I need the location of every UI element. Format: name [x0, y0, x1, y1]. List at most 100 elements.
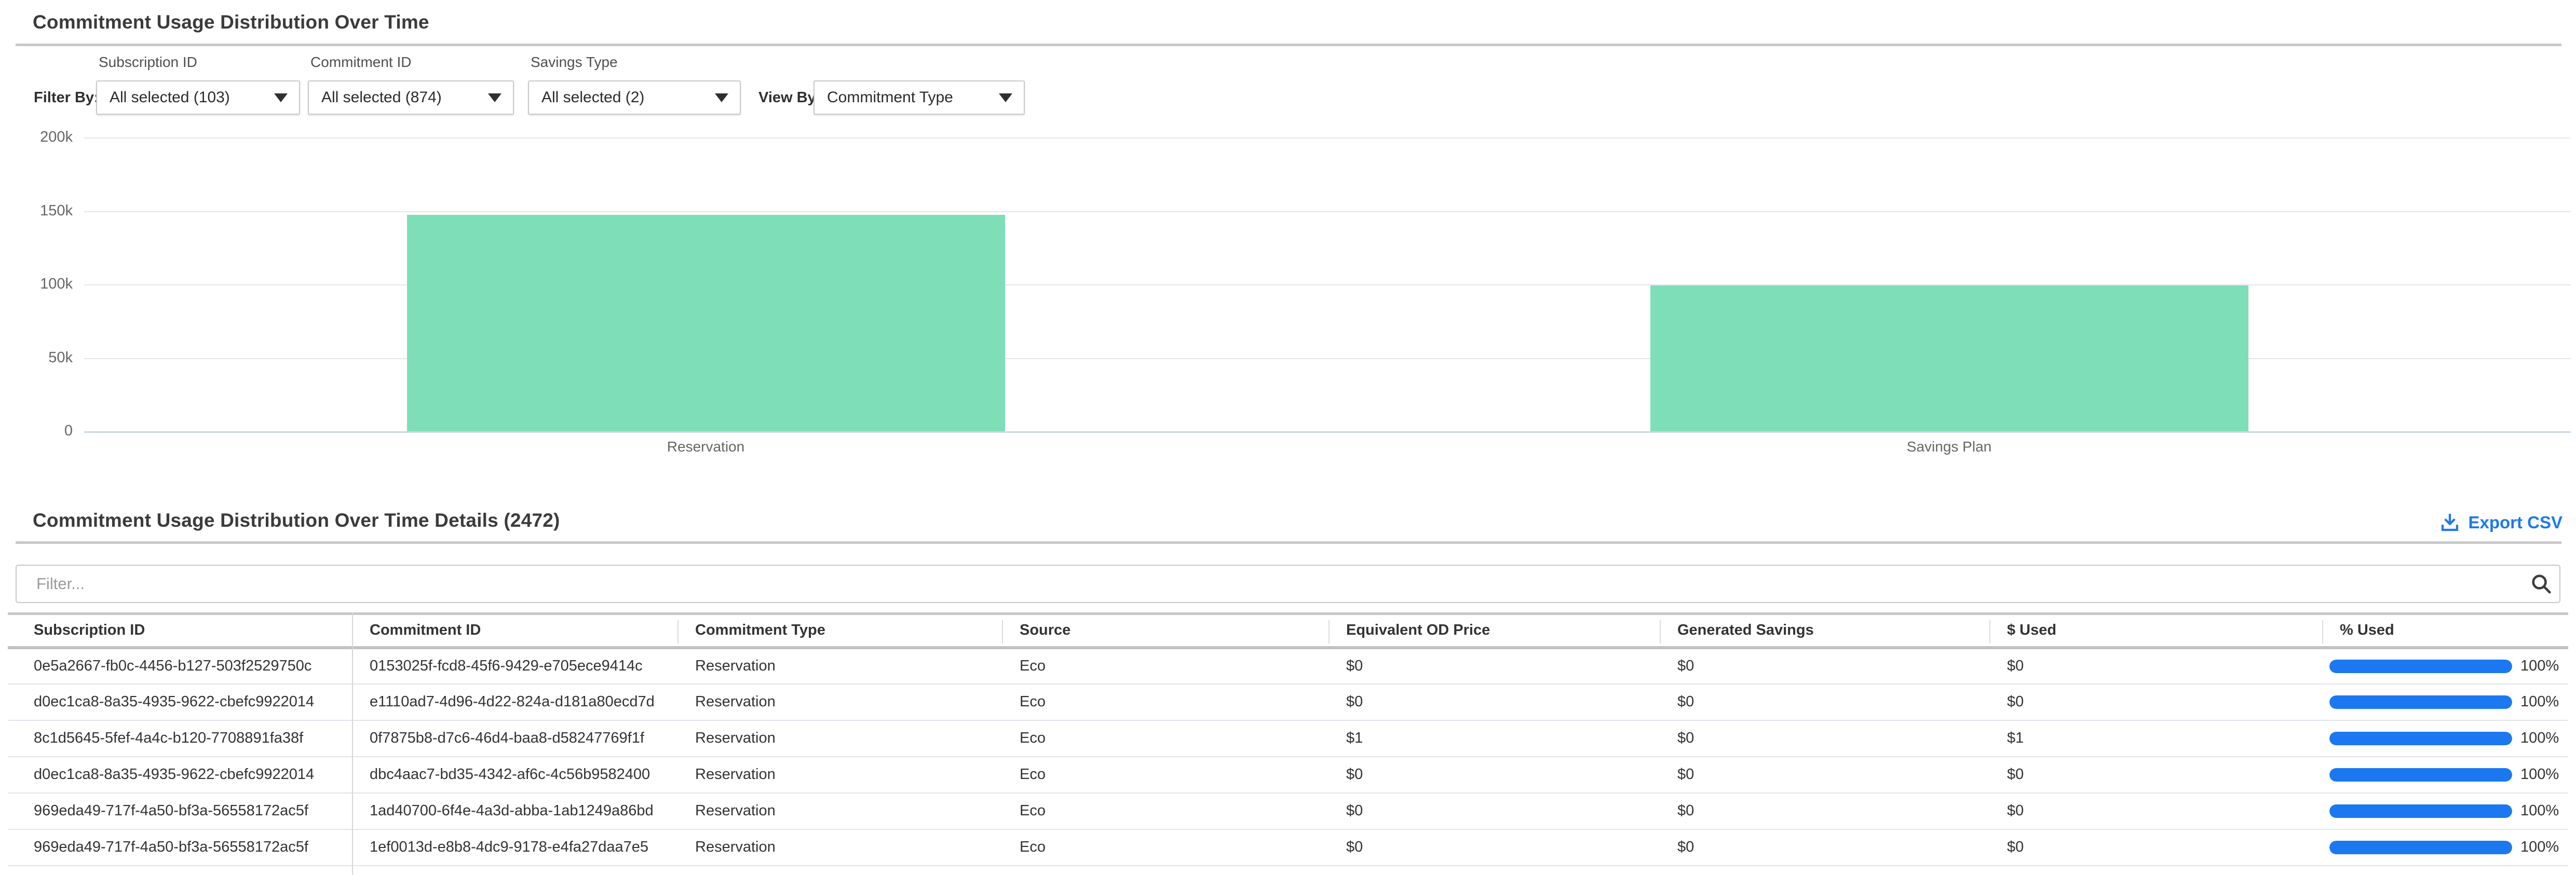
table-row: 0e5a2667-fb0c-4456-b127-503f2529750c0153…	[8, 648, 2568, 684]
table-row: d0ec1ca8-8a35-4935-9622-cbefc9922014dbc4…	[8, 757, 2568, 793]
cell-pct-used: 100%	[2322, 648, 2568, 684]
col-header-generated-savings: Generated Savings	[1660, 614, 1989, 648]
usage-percent-label: 100%	[2520, 802, 2559, 819]
cell-generated-savings: $0	[1660, 793, 1989, 829]
chart-bar-reservation[interactable]	[407, 215, 1005, 432]
col-header-pct-used: % Used	[2322, 614, 2568, 648]
savings-type-dropdown[interactable]: All selected (2)	[528, 80, 741, 115]
usage-percent-label: 100%	[2520, 766, 2559, 783]
col-header-subscription-id: Subscription ID	[8, 614, 352, 648]
col-header-commitment-id: Commitment ID	[352, 614, 677, 648]
usage-percent-label: 100%	[2520, 730, 2559, 747]
col-header-equivalent-od-price: Equivalent OD Price	[1328, 614, 1660, 648]
divider	[16, 44, 2561, 46]
col-header-dollars-used: $ Used	[1989, 614, 2322, 648]
cell-dollars-used: $1	[1989, 720, 2322, 757]
gridline	[84, 138, 2571, 139]
usage-percent-label: 100%	[2520, 839, 2559, 856]
chevron-down-icon	[274, 93, 288, 102]
x-axis-line	[84, 431, 2571, 433]
cell-commitment-type: Reservation	[677, 684, 1002, 720]
cell-subscription-id: 969eda49-717f-4a50-bf3a-56558172ac5f	[8, 829, 352, 866]
chevron-down-icon	[488, 93, 501, 102]
divider	[16, 541, 2561, 544]
col-header-source: Source	[1002, 614, 1328, 648]
usage-percent-label: 100%	[2520, 658, 2559, 675]
cell-pct-used: 100%	[2322, 829, 2568, 866]
cell-commitment-type: Reservation	[677, 829, 1002, 866]
cell-source: Eco	[1002, 757, 1328, 793]
filter-by-label: Filter By:	[34, 89, 99, 106]
bar-chart-plot	[84, 138, 2571, 432]
y-tick-label: 0	[0, 422, 73, 440]
commitment-id-label: Commitment ID	[310, 54, 411, 71]
savings-type-label: Savings Type	[531, 54, 618, 71]
y-tick-label: 50k	[0, 349, 73, 366]
export-csv-button[interactable]: Export CSV	[2439, 512, 2563, 534]
subscription-id-dropdown-value: All selected (103)	[110, 89, 230, 106]
x-tick-label: Savings Plan	[1327, 439, 2571, 455]
cell-generated-savings: $0	[1660, 684, 1989, 720]
cell-commitment-id: 1ad40700-6f4e-4a3d-abba-1ab1249a86bd	[352, 793, 677, 829]
y-tick-label: 200k	[0, 129, 73, 146]
usage-percent-label: 100%	[2520, 693, 2559, 710]
chevron-down-icon	[999, 93, 1012, 102]
cell-pct-used: 100%	[2322, 684, 2568, 720]
subscription-id-label: Subscription ID	[99, 54, 197, 71]
usage-progress-bar	[2329, 804, 2512, 818]
commitment-usage-dashboard: Commitment Usage Distribution Over Time …	[0, 0, 2576, 875]
table-row: 969eda49-717f-4a50-bf3a-56558172ac5f1ef0…	[8, 829, 2568, 866]
chart-section-title: Commitment Usage Distribution Over Time	[33, 11, 429, 33]
view-by-label: View By:	[758, 89, 821, 106]
cell-subscription-id: 0e5a2667-fb0c-4456-b127-503f2529750c	[8, 648, 352, 684]
cell-subscription-id: 8c1d5645-5fef-4a4c-b120-7708891fa38f	[8, 720, 352, 757]
cell-equivalent-od-price: $0	[1328, 757, 1660, 793]
x-tick-label: Reservation	[84, 439, 1327, 455]
cell-equivalent-od-price: $0	[1328, 793, 1660, 829]
col-header-commitment-type: Commitment Type	[677, 614, 1002, 648]
y-tick-label: 150k	[0, 202, 73, 220]
table-row: 969eda49-717f-4a50-bf3a-56558172ac5f1ad4…	[8, 793, 2568, 829]
usage-progress-fill	[2329, 768, 2512, 782]
savings-type-dropdown-value: All selected (2)	[541, 89, 644, 106]
table-row: d0ec1ca8-8a35-4935-9622-cbefc9922014e111…	[8, 684, 2568, 720]
usage-progress-bar	[2329, 768, 2512, 782]
details-section-title: Commitment Usage Distribution Over Time …	[33, 510, 560, 531]
cell-source: Eco	[1002, 720, 1328, 757]
cell-generated-savings: $0	[1660, 720, 1989, 757]
cell-commitment-id: 1ef0013d-e8b8-4dc9-9178-e4fa27daa7e5	[352, 829, 677, 866]
cell-dollars-used: $0	[1989, 684, 2322, 720]
table-row: 8c1d5645-5fef-4a4c-b120-7708891fa38f0f78…	[8, 720, 2568, 757]
subscription-id-dropdown[interactable]: All selected (103)	[96, 80, 300, 115]
commitment-id-dropdown[interactable]: All selected (874)	[308, 80, 514, 115]
cell-generated-savings: $0	[1660, 648, 1989, 684]
cell-subscription-id: d0ec1ca8-8a35-4935-9622-cbefc9922014	[8, 684, 352, 720]
cell-equivalent-od-price: $0	[1328, 829, 1660, 866]
cell-subscription-id: 969eda49-717f-4a50-bf3a-56558172ac5f	[8, 793, 352, 829]
cell-source: Eco	[1002, 648, 1328, 684]
cell-pct-used: 100%	[2322, 793, 2568, 829]
view-by-dropdown-value: Commitment Type	[827, 89, 953, 106]
usage-progress-bar	[2329, 660, 2512, 673]
view-by-dropdown[interactable]: Commitment Type	[814, 80, 1025, 115]
cell-source: Eco	[1002, 793, 1328, 829]
cell-subscription-id: d0ec1ca8-8a35-4935-9622-cbefc9922014	[8, 757, 352, 793]
chart-bar-savings-plan[interactable]	[1650, 285, 2248, 432]
cell-equivalent-od-price: $0	[1328, 648, 1660, 684]
cell-generated-savings: $0	[1660, 829, 1989, 866]
cell-pct-used: 100%	[2322, 720, 2568, 757]
cell-equivalent-od-price: $0	[1328, 684, 1660, 720]
cell-source: Eco	[1002, 684, 1328, 720]
cell-commitment-type: Reservation	[677, 793, 1002, 829]
usage-progress-fill	[2329, 660, 2512, 673]
cell-commitment-type: Reservation	[677, 720, 1002, 757]
table-filter-input[interactable]	[16, 565, 2560, 603]
cell-dollars-used: $0	[1989, 793, 2322, 829]
cell-commitment-id: 0f7875b8-d7c6-46d4-baa8-d58247769f1f	[352, 720, 677, 757]
usage-progress-fill	[2329, 695, 2512, 709]
usage-progress-bar	[2329, 695, 2512, 709]
usage-progress-bar	[2329, 732, 2512, 745]
chevron-down-icon	[715, 93, 728, 102]
commitment-id-dropdown-value: All selected (874)	[321, 89, 442, 106]
table-header-row: Subscription ID Commitment ID Commitment…	[8, 614, 2568, 648]
